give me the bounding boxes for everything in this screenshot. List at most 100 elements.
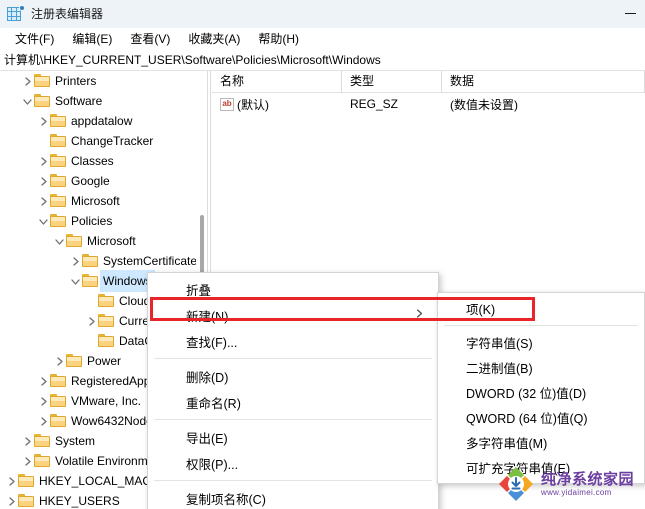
ctx-copy-key-name[interactable]: 复制项名称(C) <box>148 485 438 509</box>
submenu-dword-value[interactable]: DWORD (32 位)值(D) <box>438 380 644 405</box>
submenu-binary-value[interactable]: 二进制值(B) <box>438 355 644 380</box>
tree-node-label: ChangeTracker <box>71 134 154 148</box>
chevron-right-icon[interactable] <box>20 431 34 451</box>
menu-item-label: 权限(P)... <box>186 457 239 472</box>
tree-node[interactable]: ChangeTracker <box>0 131 207 151</box>
folder-icon <box>18 474 35 488</box>
list-row[interactable]: ab (默认) REG_SZ (数值未设置) <box>212 93 645 115</box>
registry-editor-window: 注册表编辑器 文件(F) 编辑(E) 查看(V) 收藏夹(A) 帮助(H) 计算… <box>0 0 645 509</box>
chevron-right-icon[interactable] <box>36 171 50 191</box>
tree-node[interactable]: Classes <box>0 151 207 171</box>
tree-node-label: Microsoft <box>71 194 120 208</box>
tree-node-label: Google <box>71 174 110 188</box>
tree-node-label: System <box>55 434 96 448</box>
chevron-down-icon[interactable] <box>20 91 34 111</box>
menu-view[interactable]: 查看(V) <box>121 29 179 49</box>
folder-icon <box>50 194 67 208</box>
menu-help[interactable]: 帮助(H) <box>249 29 308 49</box>
menu-item-label: DWORD (32 位)值(D) <box>466 387 587 401</box>
chevron-right-icon[interactable] <box>20 451 34 471</box>
address-bar[interactable]: 计算机\HKEY_CURRENT_USER\Software\Policies\… <box>0 50 645 71</box>
value-name-cell: ab (默认) <box>212 96 342 113</box>
ctx-collapse[interactable]: 折叠 <box>148 276 438 302</box>
ctx-new[interactable]: 新建(N) <box>148 302 438 328</box>
menu-item-label: 多字符串值(M) <box>466 437 548 451</box>
menu-item-label: 删除(D) <box>186 370 229 385</box>
folder-icon <box>50 134 67 148</box>
chevron-right-icon[interactable] <box>52 351 66 371</box>
menu-separator <box>154 480 432 481</box>
folder-icon <box>50 174 67 188</box>
folder-icon <box>34 454 51 468</box>
context-menu[interactable]: 折叠新建(N) 查找(F)... 删除(D) 重命名(R) 导出(E) 权限(P)... 复… <box>147 272 439 509</box>
tree-node-label: VMware, Inc. <box>71 394 142 408</box>
chevron-right-icon[interactable] <box>36 191 50 211</box>
chevron-right-icon[interactable] <box>68 251 82 271</box>
folder-icon <box>34 434 51 448</box>
new-submenu[interactable]: 项(K) 字符串值(S) 二进制值(B) DWORD (32 位)值(D) QWORD … <box>437 292 645 484</box>
chevron-right-icon[interactable] <box>20 71 34 91</box>
column-data[interactable]: 数据 <box>442 71 645 93</box>
ctx-export[interactable]: 导出(E) <box>148 424 438 450</box>
menu-edit[interactable]: 编辑(E) <box>63 29 121 49</box>
window-title: 注册表编辑器 <box>31 7 104 21</box>
menu-favorites[interactable]: 收藏夹(A) <box>179 29 249 49</box>
ctx-find[interactable]: 查找(F)... <box>148 328 438 354</box>
chevron-right-icon[interactable] <box>84 311 98 331</box>
list-rows: ab (默认) REG_SZ (数值未设置) <box>212 93 645 115</box>
chevron-right-icon[interactable] <box>36 371 50 391</box>
chevron-right-icon[interactable] <box>36 111 50 131</box>
menu-separator <box>444 325 638 326</box>
minimize-button[interactable] <box>615 0 645 28</box>
tree-node[interactable]: Microsoft <box>0 191 207 211</box>
ctx-delete[interactable]: 删除(D) <box>148 363 438 389</box>
chevron-right-icon[interactable] <box>36 391 50 411</box>
chevron-right-icon[interactable] <box>36 151 50 171</box>
chevron-right-icon[interactable] <box>36 411 50 431</box>
chevron-down-icon[interactable] <box>52 231 66 251</box>
list-column-headers: 名称 类型 数据 <box>212 71 645 93</box>
folder-icon <box>34 74 51 88</box>
ctx-permissions[interactable]: 权限(P)... <box>148 450 438 476</box>
menu-item-label: 折叠 <box>186 283 212 298</box>
menu-separator <box>154 419 432 420</box>
folder-icon <box>18 494 35 508</box>
tree-node[interactable]: appdatalow <box>0 111 207 131</box>
chevron-down-icon[interactable] <box>68 271 82 291</box>
tree-node[interactable]: Policies <box>0 211 207 231</box>
submenu-qword-value[interactable]: QWORD (64 位)值(Q) <box>438 405 644 430</box>
folder-icon <box>50 154 67 168</box>
chevron-right-icon[interactable] <box>4 491 18 509</box>
folder-icon <box>50 414 67 428</box>
tree-node[interactable]: Google <box>0 171 207 191</box>
submenu-string-value[interactable]: 字符串值(S) <box>438 330 644 355</box>
tree-node-label: SystemCertificates <box>103 254 204 268</box>
menu-item-label: 重命名(R) <box>186 396 241 411</box>
submenu-arrow-icon <box>415 308 424 322</box>
value-type: REG_SZ <box>350 97 399 111</box>
tree-node[interactable]: SystemCertificates <box>0 251 207 271</box>
menu-bar: 文件(F) 编辑(E) 查看(V) 收藏夹(A) 帮助(H) <box>0 28 645 50</box>
folder-icon <box>98 314 115 328</box>
submenu-key[interactable]: 项(K) <box>438 296 644 321</box>
tree-node[interactable]: Printers <box>0 71 207 91</box>
tree-node[interactable]: Microsoft <box>0 231 207 251</box>
folder-icon <box>98 334 115 348</box>
ctx-rename[interactable]: 重命名(R) <box>148 389 438 415</box>
submenu-multi-string[interactable]: 多字符串值(M) <box>438 430 644 455</box>
tree-node-label: Policies <box>71 214 113 228</box>
registry-icon <box>7 5 25 22</box>
chevron-down-icon[interactable] <box>36 211 50 231</box>
folder-icon <box>50 214 67 228</box>
folder-icon <box>66 234 83 248</box>
column-name[interactable]: 名称 <box>212 71 342 93</box>
menu-file[interactable]: 文件(F) <box>6 29 63 49</box>
chevron-right-icon[interactable] <box>4 471 18 491</box>
tree-node-label: Power <box>87 354 122 368</box>
value-data: (数值未设置) <box>450 97 518 112</box>
menu-item-label: 查找(F)... <box>186 335 238 350</box>
tree-node[interactable]: Software <box>0 91 207 111</box>
column-type[interactable]: 类型 <box>342 71 442 93</box>
